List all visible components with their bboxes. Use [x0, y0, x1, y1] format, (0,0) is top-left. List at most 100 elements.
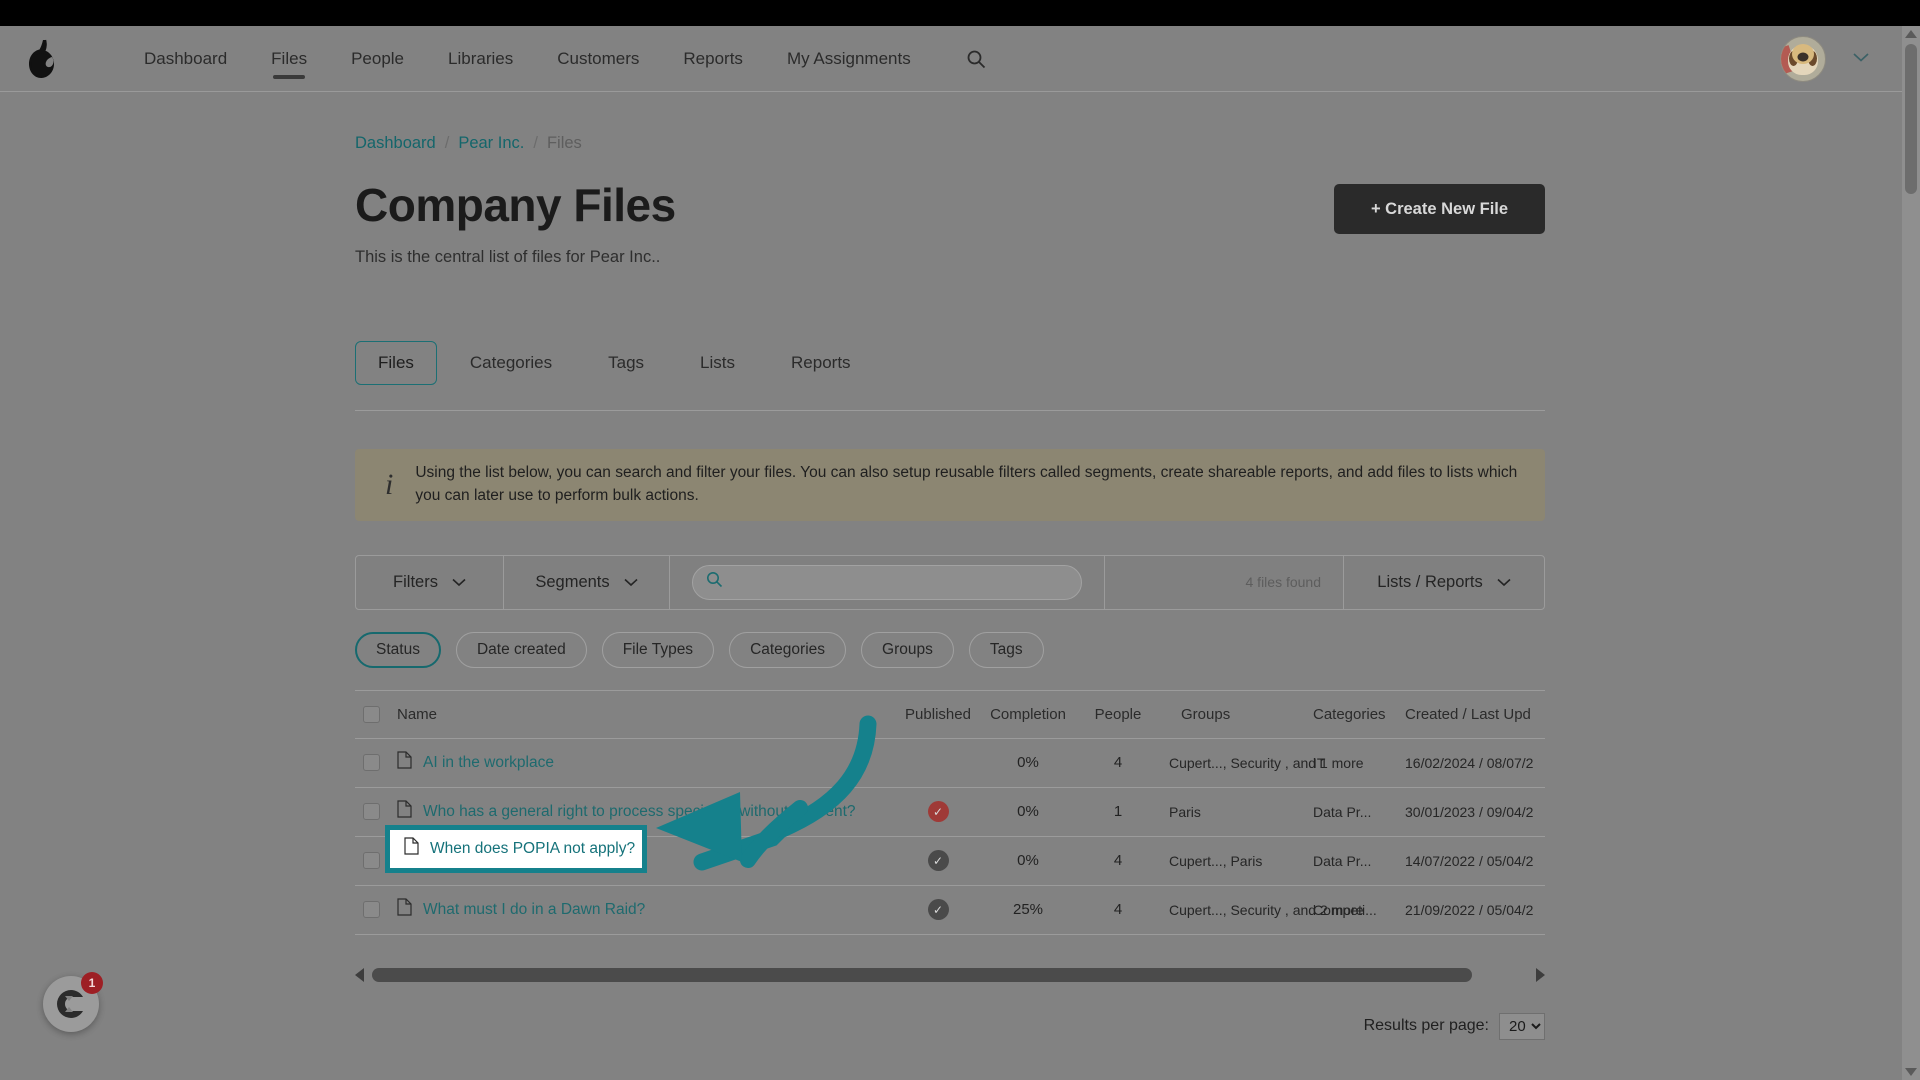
tab-lists[interactable]: Lists [677, 341, 758, 385]
nav-item-customers[interactable]: Customers [535, 26, 661, 91]
nav-item-people[interactable]: People [329, 26, 426, 91]
table-row[interactable]: What must I do in a Dawn Raid? ✓ 25% 4 C… [355, 886, 1545, 935]
table-header-row: Name Published Completion People Groups … [355, 691, 1545, 739]
chip-date-created[interactable]: Date created [455, 631, 587, 668]
row-categories: Competi... [1313, 901, 1377, 918]
row-name-cell: AI in the workplace [397, 751, 895, 774]
results-count: 4 files found [1105, 555, 1344, 609]
nav-label: Reports [683, 48, 743, 68]
row-select-cell [355, 754, 397, 772]
breadcrumb-item-pear-inc[interactable]: Pear Inc. [458, 134, 524, 153]
scroll-left-arrow-icon[interactable] [355, 967, 364, 982]
row-completion: 0% [1017, 803, 1039, 821]
lists-reports-label: Lists / Reports [1377, 572, 1483, 591]
app-header: Dashboard Files People Libraries Custome… [0, 26, 1902, 92]
select-all-cell [355, 705, 397, 723]
search-cell [670, 555, 1105, 609]
col-created-last-updated[interactable]: Created / Last Upd [1405, 706, 1545, 723]
table-row[interactable]: When does POPIA not apply? ✓ 0% 4 Cupert… [355, 824, 1545, 886]
tab-files[interactable]: Files [355, 341, 437, 385]
row-checkbox[interactable] [363, 803, 380, 821]
row-groups: Cupert..., Paris [1169, 852, 1263, 869]
search-box[interactable] [692, 564, 1082, 600]
row-people: 1 [1113, 803, 1123, 821]
tab-categories[interactable]: Categories [447, 341, 575, 385]
nav-item-dashboard[interactable]: Dashboard [122, 26, 249, 91]
tab-label: Categories [469, 353, 553, 372]
search-icon [706, 571, 723, 593]
col-categories[interactable]: Categories [1309, 706, 1405, 723]
scroll-right-arrow-icon[interactable] [1536, 967, 1545, 982]
highlighted-target-box[interactable]: When does POPIA not apply? [385, 824, 647, 873]
info-icon: i [385, 467, 394, 501]
published-check-icon: ✓ [927, 850, 949, 872]
chip-tags[interactable]: Tags [968, 631, 1044, 668]
scrollbar-track[interactable] [372, 967, 1528, 982]
results-per-page-select[interactable]: 20 [1499, 1012, 1545, 1040]
table-horizontal-scrollbar[interactable] [355, 965, 1545, 985]
col-completion[interactable]: Completion [981, 706, 1075, 723]
nav-label: Files [271, 48, 308, 68]
scroll-down-arrow-icon[interactable] [1905, 1068, 1917, 1076]
scroll-up-arrow-icon[interactable] [1905, 30, 1917, 38]
lists-reports-dropdown[interactable]: Lists / Reports [1344, 556, 1544, 609]
tab-tags[interactable]: Tags [585, 341, 667, 385]
chip-file-types[interactable]: File Types [601, 631, 715, 668]
col-published[interactable]: Published [895, 706, 981, 723]
results-per-page: Results per page: 20 [355, 1012, 1545, 1040]
chip-categories[interactable]: Categories [729, 631, 847, 668]
published-check-icon: ✓ [927, 899, 949, 921]
table-row[interactable]: AI in the workplace 0% 4 Cupert..., Secu… [355, 739, 1545, 788]
page-vertical-scrollbar[interactable] [1902, 26, 1920, 1080]
info-banner: i Using the list below, you can search a… [355, 449, 1545, 521]
avatar[interactable] [1780, 35, 1826, 82]
row-checkbox[interactable] [363, 852, 380, 870]
files-table: Name Published Completion People Groups … [355, 691, 1545, 935]
nav-item-libraries[interactable]: Libraries [426, 26, 535, 91]
breadcrumb-item-files: Files [546, 134, 582, 152]
nav-item-files[interactable]: Files [249, 26, 329, 91]
chip-status[interactable]: Status [355, 631, 441, 668]
create-new-file-button[interactable]: + Create New File [1334, 184, 1545, 234]
tab-reports[interactable]: Reports [768, 341, 874, 385]
file-name-link[interactable]: AI in the workplace [423, 754, 554, 772]
chip-label: Categories [750, 640, 826, 658]
col-people[interactable]: People [1075, 706, 1161, 723]
row-completion: 0% [1017, 852, 1039, 870]
scrollbar-thumb[interactable] [372, 967, 1472, 982]
select-all-checkbox[interactable] [363, 705, 380, 723]
col-name[interactable]: Name [397, 706, 895, 723]
scrollbar-thumb[interactable] [1905, 44, 1917, 194]
nav-item-reports[interactable]: Reports [661, 26, 765, 91]
filters-dropdown[interactable]: Filters [356, 555, 504, 609]
row-published-cell: ✓ [895, 899, 981, 921]
main-nav: Dashboard Files People Libraries Custome… [122, 26, 989, 91]
nav-item-my-assignments[interactable]: My Assignments [765, 26, 933, 91]
content-wrapper: Dashboard / Pear Inc. / Files Company Fi… [355, 92, 1545, 1040]
segments-dropdown[interactable]: Segments [504, 555, 670, 609]
chevron-down-icon[interactable] [1852, 50, 1870, 68]
chat-widget-button[interactable]: 1 [43, 972, 103, 1032]
chip-groups[interactable]: Groups [861, 631, 954, 668]
tab-label: Lists [700, 353, 736, 372]
segments-label: Segments [535, 572, 610, 591]
row-dates: 21/09/2022 / 05/04/2 [1405, 901, 1534, 918]
file-name-link[interactable]: What must I do in a Dawn Raid? [423, 901, 645, 919]
search-icon[interactable] [963, 46, 989, 72]
row-name-cell: Who has a general right to process speci… [397, 800, 895, 823]
tab-label: Files [378, 353, 414, 372]
col-groups[interactable]: Groups [1161, 706, 1309, 723]
nav-label: Libraries [448, 48, 514, 68]
search-input[interactable] [731, 573, 1041, 591]
row-groups: Cupert..., Security , and 2 more [1169, 901, 1364, 918]
pear-logo-icon[interactable] [20, 37, 64, 81]
file-name-link[interactable]: Who has a general right to process speci… [423, 803, 856, 821]
breadcrumb-item-dashboard[interactable]: Dashboard [355, 134, 436, 153]
file-name-link-highlighted[interactable]: When does POPIA not apply? [430, 840, 635, 858]
row-checkbox[interactable] [363, 754, 380, 772]
document-icon [397, 751, 412, 774]
row-select-cell [355, 901, 397, 919]
chip-label: Tags [989, 640, 1023, 658]
row-checkbox[interactable] [363, 901, 380, 919]
header-account-area [1780, 26, 1870, 91]
